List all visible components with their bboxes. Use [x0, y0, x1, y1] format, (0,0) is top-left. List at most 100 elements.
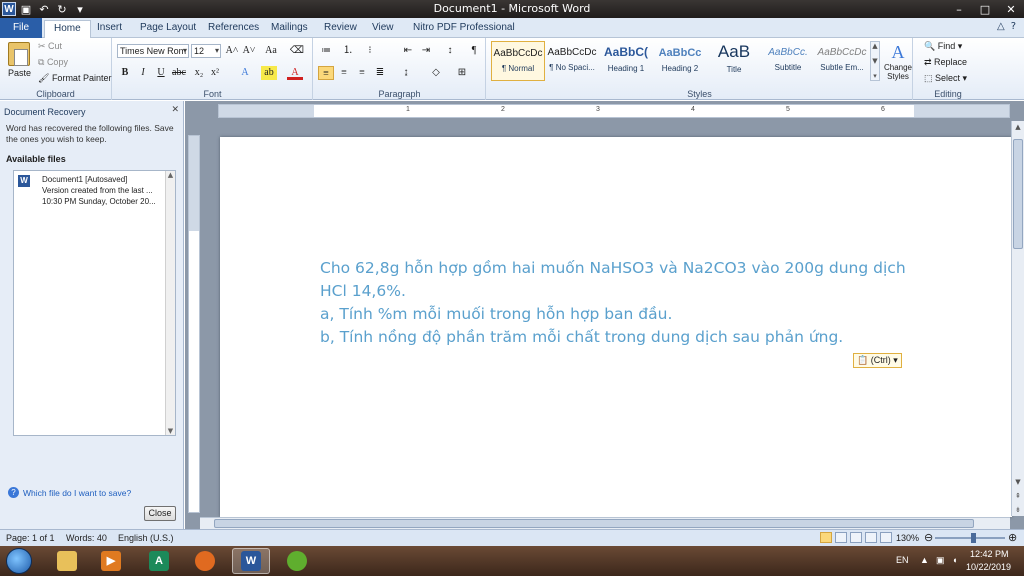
chevron-up-icon[interactable]: ▲: [872, 42, 877, 50]
taskbar-green-app[interactable]: [278, 548, 316, 574]
horizontal-ruler[interactable]: 1 2 3 4 5 6: [218, 104, 1010, 118]
word-count[interactable]: Words: 40: [66, 533, 107, 543]
show-hidden-icons-icon[interactable]: ▲: [920, 555, 929, 565]
minimize-ribbon-icon[interactable]: △: [997, 21, 1005, 32]
maximize-button[interactable]: □: [972, 0, 998, 18]
paste-icon[interactable]: [8, 42, 30, 66]
copy-button[interactable]: ⧉ Copy: [38, 57, 68, 68]
format-painter-button[interactable]: 🖌 Format Painter: [38, 73, 111, 84]
print-layout-view-icon[interactable]: [820, 532, 832, 543]
increase-indent-icon[interactable]: ⇥: [418, 44, 434, 58]
grow-font-icon[interactable]: A˄: [224, 44, 240, 58]
align-left-icon[interactable]: ≡: [318, 66, 334, 80]
paste-options-button[interactable]: 📋 (Ctrl) ▾: [853, 353, 902, 368]
align-center-icon[interactable]: ≡: [336, 66, 352, 80]
zoom-level[interactable]: 130%: [896, 533, 919, 543]
style-subtle-emphasis[interactable]: AaBbCcDc Subtle Em...: [815, 41, 869, 81]
clear-formatting-icon[interactable]: ⌫: [289, 44, 305, 58]
tab-home[interactable]: Home: [44, 20, 91, 38]
replace-button[interactable]: ⇄ Replace: [924, 57, 967, 68]
sort-icon[interactable]: ↕: [442, 44, 458, 58]
bullets-icon[interactable]: ≔: [318, 44, 334, 58]
zoom-in-icon[interactable]: ⊕: [1008, 531, 1017, 544]
vertical-scrollbar[interactable]: ▲ ▼ ⇞ ⇟: [1011, 121, 1024, 516]
taskbar-explorer[interactable]: [48, 548, 86, 574]
style-subtitle[interactable]: AaBbCc. Subtitle: [761, 41, 815, 81]
find-button[interactable]: 🔍 Find ▾: [924, 41, 962, 52]
bold-button[interactable]: B: [117, 66, 133, 80]
close-window-button[interactable]: ✕: [998, 0, 1024, 18]
font-color-icon[interactable]: A: [287, 66, 303, 80]
close-button[interactable]: Close: [144, 506, 176, 521]
clock-date[interactable]: 10/22/2019: [966, 562, 1011, 572]
language-indicator[interactable]: English (U.S.): [118, 533, 174, 543]
vertical-ruler[interactable]: [188, 135, 200, 513]
tab-review[interactable]: Review: [315, 20, 366, 38]
taskbar-firefox[interactable]: [186, 548, 224, 574]
decrease-indent-icon[interactable]: ⇤: [400, 44, 416, 58]
draft-view-icon[interactable]: [880, 532, 892, 543]
minimize-button[interactable]: –: [946, 0, 972, 18]
line-spacing-icon[interactable]: ↨: [398, 66, 414, 80]
cut-button[interactable]: ✂ Cut: [38, 41, 62, 52]
horizontal-scrollbar[interactable]: [200, 517, 1010, 529]
shrink-font-icon[interactable]: A˅: [241, 44, 257, 58]
font-name-combo[interactable]: Times New Rom: [117, 44, 189, 58]
next-page-icon[interactable]: ⇟: [1012, 504, 1024, 516]
change-styles-button[interactable]: A Change Styles: [883, 42, 913, 81]
numbering-icon[interactable]: ⒈: [340, 44, 356, 58]
tab-page-layout[interactable]: Page Layout: [131, 20, 205, 38]
help-icon[interactable]: ?: [1011, 21, 1016, 32]
chevron-down-icon[interactable]: ▼: [872, 57, 877, 65]
pane-close-icon[interactable]: ✕: [171, 105, 179, 115]
highlight-color-icon[interactable]: ab: [261, 66, 277, 80]
align-right-icon[interactable]: ≡: [354, 66, 370, 80]
start-button[interactable]: [6, 548, 32, 574]
vertical-scroll-thumb[interactable]: [1013, 139, 1023, 249]
italic-button[interactable]: I: [135, 66, 151, 80]
borders-icon[interactable]: ⊞: [454, 66, 470, 80]
show-formatting-marks-icon[interactable]: ¶: [466, 44, 482, 58]
tab-insert[interactable]: Insert: [88, 20, 131, 38]
scroll-down-icon[interactable]: ▼: [1012, 476, 1024, 488]
strikethrough-icon[interactable]: abc: [171, 66, 187, 80]
tab-mailings[interactable]: Mailings: [262, 20, 317, 38]
justify-icon[interactable]: ≣: [372, 66, 388, 80]
superscript-icon[interactable]: x²: [207, 66, 223, 80]
style-heading-2[interactable]: AaBbCc Heading 2: [653, 41, 707, 81]
tab-view[interactable]: View: [363, 20, 403, 38]
web-layout-view-icon[interactable]: [850, 532, 862, 543]
input-language[interactable]: EN: [896, 555, 909, 565]
select-button[interactable]: ⬚ Select ▾: [924, 73, 967, 84]
horizontal-scroll-thumb[interactable]: [214, 519, 974, 528]
full-screen-view-icon[interactable]: [835, 532, 847, 543]
font-size-combo[interactable]: 12: [191, 44, 221, 58]
document-body[interactable]: Cho 62,8g hỗn hợp gồm hai muốn NaHSO3 và…: [320, 257, 920, 349]
taskbar-word[interactable]: W: [232, 548, 270, 574]
style-no-spacing[interactable]: AaBbCcDc ¶ No Spaci...: [545, 41, 599, 81]
tab-file[interactable]: File: [0, 18, 42, 38]
volume-icon[interactable]: ◖: [952, 555, 957, 565]
styles-gallery-scroll[interactable]: ▲ ▼ ▾: [870, 41, 880, 81]
paste-button[interactable]: Paste: [8, 68, 31, 78]
previous-page-icon[interactable]: ⇞: [1012, 490, 1024, 502]
text-effects-icon[interactable]: A: [237, 66, 253, 80]
zoom-slider[interactable]: [935, 537, 1005, 539]
underline-button[interactable]: U: [153, 66, 169, 80]
document-page[interactable]: Cho 62,8g hỗn hợp gồm hai muốn NaHSO3 và…: [220, 137, 1012, 517]
style-title[interactable]: AaB Title: [707, 41, 761, 81]
chevron-up-icon[interactable]: ▲: [168, 171, 173, 179]
chevron-down-icon[interactable]: ▼: [168, 427, 173, 435]
subscript-icon[interactable]: x₂: [191, 66, 207, 80]
outline-view-icon[interactable]: [865, 532, 877, 543]
scroll-up-icon[interactable]: ▲: [1012, 121, 1024, 133]
multilevel-list-icon[interactable]: ⁝: [362, 44, 378, 58]
zoom-out-icon[interactable]: ⊖: [924, 531, 933, 544]
network-icon[interactable]: ▣: [936, 555, 945, 566]
taskbar-media-player[interactable]: ▶: [92, 548, 130, 574]
zoom-slider-thumb[interactable]: [971, 533, 976, 543]
style-normal[interactable]: AaBbCcDc ¶ Normal: [491, 41, 545, 81]
page-count[interactable]: Page: 1 of 1: [6, 533, 55, 543]
tab-references[interactable]: References: [199, 20, 268, 38]
clock-time[interactable]: 12:42 PM: [970, 549, 1009, 559]
